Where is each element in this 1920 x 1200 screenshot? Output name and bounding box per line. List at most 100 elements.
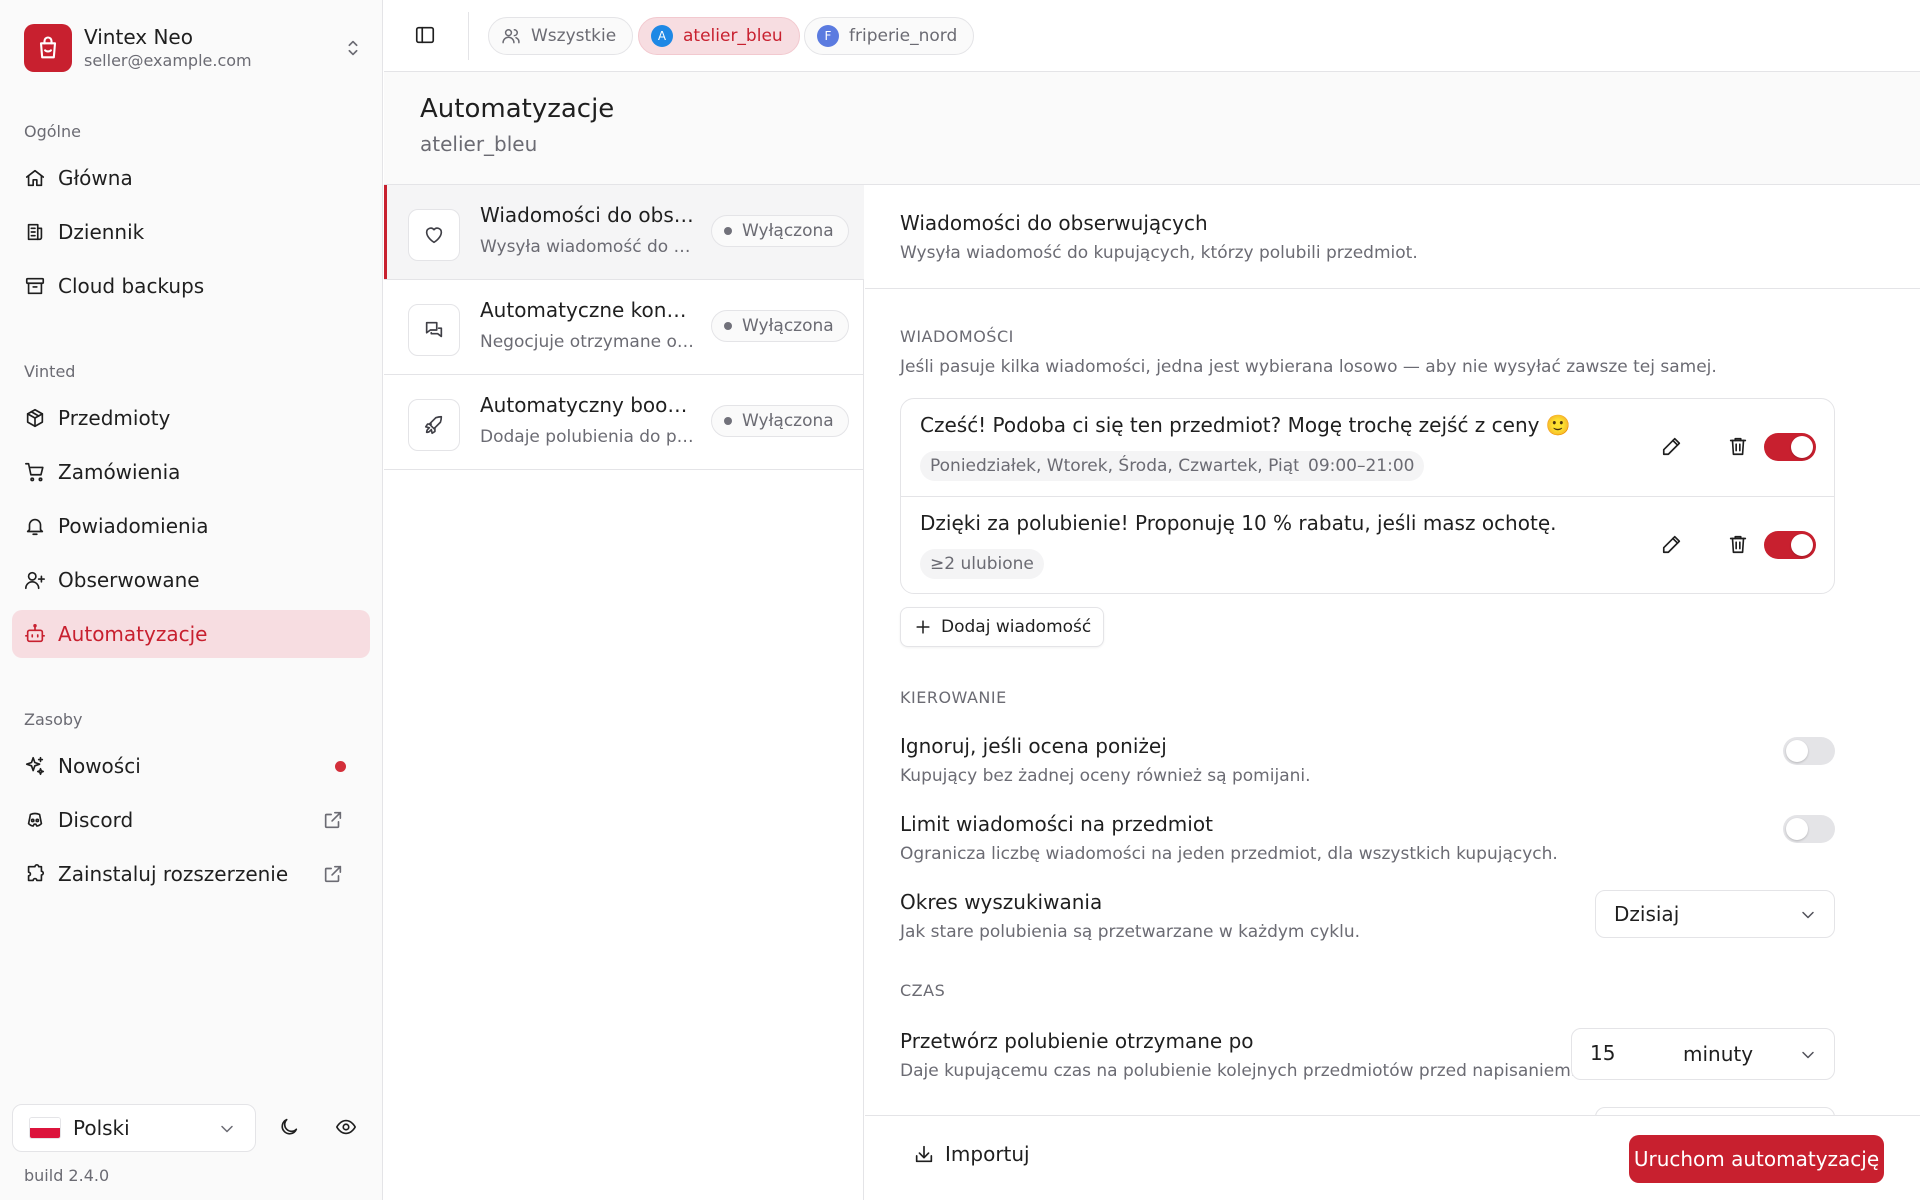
status-badge: Wyłączona (711, 215, 849, 247)
avatar: A (651, 25, 673, 47)
automation-item-auto-boost[interactable]: Automatyczny boost polubień Dodaje polub… (384, 375, 864, 470)
chevron-down-icon (1802, 911, 1814, 919)
automation-list: Wiadomości do obserwujących Wysyła wiado… (384, 185, 864, 1200)
sidebar: Vintex Neo seller@example.com Ogólne Głó… (0, 0, 383, 1200)
nav-label: Główna (58, 166, 133, 190)
automation-item-auto-conversations[interactable]: Automatyczne konwersacje Negocjuje otrzy… (384, 280, 864, 375)
automation-detail: Wiadomości do obserwujących Wysyła wiado… (865, 185, 1920, 1115)
toggle-knob (1791, 534, 1813, 556)
archive-icon (25, 277, 45, 295)
automation-desc: Dodaje polubienia do przedmiotów (480, 427, 694, 447)
account-switcher[interactable]: Vintex Neo seller@example.com (24, 22, 364, 74)
page-title: Automatyzacje (420, 94, 615, 124)
account-chip-all[interactable]: Wszystkie (488, 17, 634, 55)
nav-label: Dziennik (58, 220, 145, 244)
toggle-knob (1786, 818, 1808, 840)
delay-input-group: 15 minuty (1571, 1028, 1835, 1080)
nav-automations[interactable]: Automatyzacje (12, 610, 370, 658)
search-period-desc: Jak stare polubienia są przetwarzane w k… (900, 922, 1361, 942)
delay-value-input[interactable]: 15 (1590, 1041, 1615, 1065)
message-enabled-toggle[interactable] (1764, 531, 1816, 559)
sidebar-toggle-button[interactable] (414, 24, 436, 46)
detail-footer: Importuj Uruchom automatyzację (865, 1115, 1920, 1200)
automation-item-follower-messages[interactable]: Wiadomości do obserwujących Wysyła wiado… (384, 185, 864, 280)
account-email: seller@example.com (84, 51, 252, 70)
min-rating-title: Ignoruj, jeśli ocena poniżej (900, 734, 1167, 758)
bot-icon (25, 624, 45, 643)
nav-home[interactable]: Główna (12, 154, 370, 202)
import-button[interactable]: Importuj (913, 1142, 1030, 1166)
section-label-general: Ogólne (24, 122, 81, 141)
status-label: Wyłączona (742, 316, 834, 336)
chevron-down-icon (221, 1125, 233, 1133)
home-icon (25, 169, 45, 187)
status-dot (724, 417, 732, 425)
nav-label: Automatyzacje (58, 622, 208, 646)
min-rating-toggle[interactable] (1783, 737, 1835, 765)
add-message-button[interactable]: Dodaj wiadomość (900, 607, 1105, 647)
sparkles-icon (25, 756, 45, 776)
chevrons-up-down-icon (348, 40, 358, 56)
toggle-knob (1791, 436, 1813, 458)
edit-message-button[interactable] (1661, 533, 1683, 555)
theme-toggle-button[interactable] (278, 1116, 300, 1138)
nav-log[interactable]: Dziennik (12, 208, 370, 256)
nav-label: Przedmioty (58, 406, 171, 430)
message-limit-toggle[interactable] (1783, 815, 1835, 843)
message-text: Cześć! Podoba ci się ten przedmiot? Mogę… (920, 413, 1571, 437)
language-select[interactable]: Polski (12, 1104, 256, 1152)
messages-icon (425, 321, 443, 338)
top-bar: Wszystkie A atelier_bleu F friperie_nord (384, 0, 1920, 72)
account-chip-atelier-bleu[interactable]: A atelier_bleu (638, 17, 800, 55)
nav-followed[interactable]: Obserwowane (12, 556, 370, 604)
nav-label: Zamówienia (58, 460, 181, 484)
message-tag-hours: 09:00–21:00 (1298, 451, 1425, 481)
nav-items[interactable]: Przedmioty (12, 394, 370, 442)
message-enabled-toggle[interactable] (1764, 433, 1816, 461)
message-limit-desc: Ogranicza liczbę wiadomości na jeden prz… (900, 844, 1558, 864)
next-setting-select[interactable] (1595, 1107, 1835, 1115)
edit-message-button[interactable] (1661, 435, 1683, 457)
nav-label: Discord (58, 808, 134, 832)
section-label-messages: WIADOMOŚCI (900, 327, 1014, 346)
delay-unit-select[interactable]: minuty (1683, 1042, 1753, 1066)
nav-news[interactable]: Nowości (12, 742, 370, 790)
shopping-bag-icon (39, 36, 57, 59)
nav-notifications[interactable]: Powiadomienia (12, 502, 370, 550)
status-dot (724, 322, 732, 330)
message-tag-days: Poniedziałek, Wtorek, Środa, Czwartek, P… (920, 451, 1331, 481)
topbar-divider (468, 12, 469, 60)
automation-desc: Wysyła wiadomość do kupujących, którzy p… (480, 237, 694, 257)
run-automation-button[interactable]: Uruchom automatyzację (1629, 1135, 1884, 1183)
status-label: Wyłączona (742, 411, 834, 431)
delay-title: Przetwórz polubienie otrzymane po (900, 1029, 1254, 1053)
pencil-icon (1662, 535, 1681, 554)
page-subtitle: atelier_bleu (420, 132, 538, 156)
privacy-toggle-button[interactable] (335, 1116, 357, 1138)
nav-orders[interactable]: Zamówienia (12, 448, 370, 496)
delete-message-button[interactable] (1727, 533, 1749, 555)
puzzle-icon (27, 864, 45, 882)
account-name: Vintex Neo (84, 25, 193, 49)
nav-label: Nowości (58, 754, 141, 778)
section-label-targeting: KIEROWANIE (900, 688, 1007, 707)
account-chip-friperie-nord[interactable]: F friperie_nord (804, 17, 975, 55)
message-limit-title: Limit wiadomości na przedmiot (900, 812, 1213, 836)
new-badge-dot (335, 761, 346, 772)
message-text: Dzięki za polubienie! Proponuję 10 % rab… (920, 511, 1557, 535)
search-period-value: Dzisiaj (1614, 902, 1680, 926)
trash-icon (1729, 535, 1747, 554)
nav-install-extension[interactable]: Zainstaluj rozszerzenie (12, 850, 370, 898)
nav-cloud-backups[interactable]: Cloud backups (12, 262, 370, 310)
toggle-knob (1786, 740, 1808, 762)
trash-icon (1729, 437, 1747, 456)
nav-discord[interactable]: Discord (12, 796, 370, 844)
nav-label: Powiadomienia (58, 514, 209, 538)
eye-icon (336, 1119, 356, 1135)
app-logo (24, 24, 72, 72)
chip-label: friperie_nord (849, 26, 958, 46)
delete-message-button[interactable] (1727, 435, 1749, 457)
search-period-select[interactable]: Dzisiaj (1595, 890, 1835, 938)
chevron-down-icon (1802, 1051, 1814, 1059)
package-icon (26, 408, 44, 428)
